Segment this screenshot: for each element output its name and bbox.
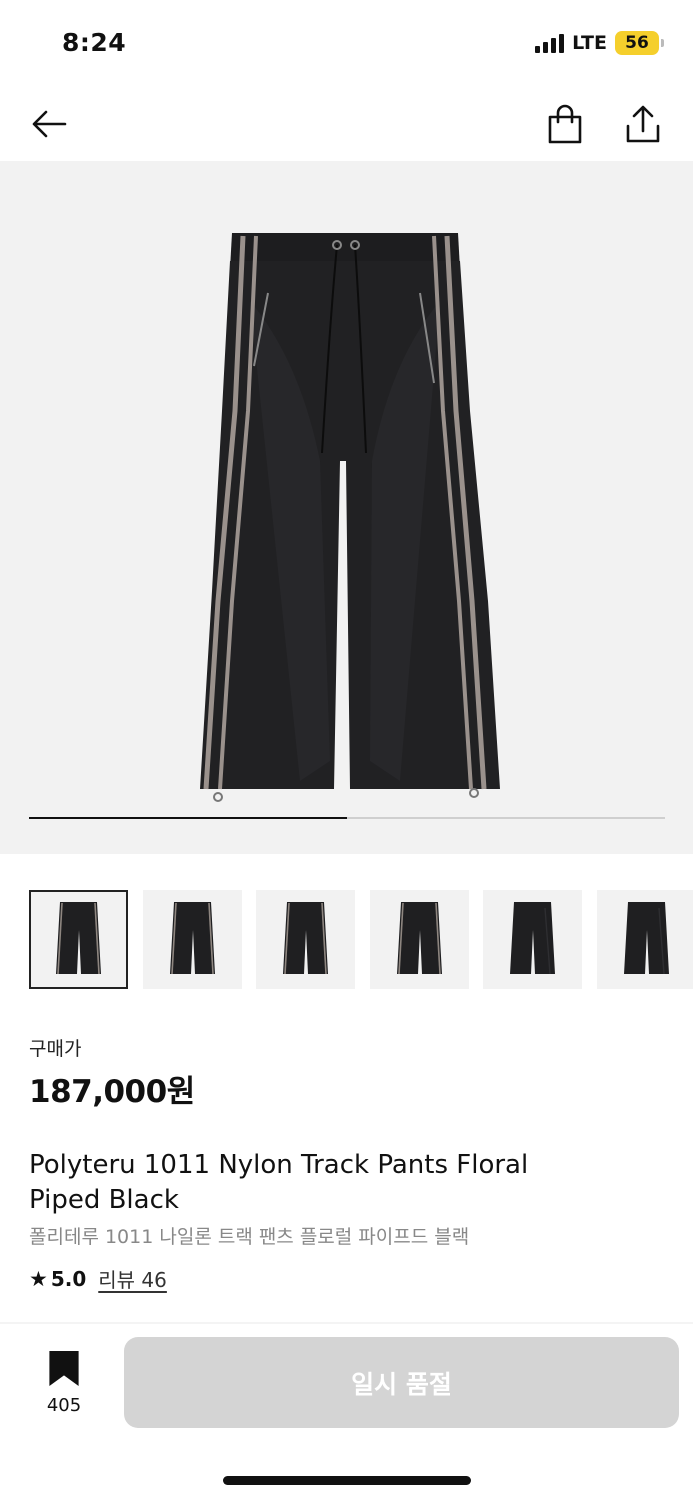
bookmark-count: 405 [46,1395,82,1416]
bookmark-button[interactable]: 405 [40,1350,88,1416]
thumbnail-5[interactable] [483,890,582,989]
share-icon [626,105,660,143]
nav-bar [0,88,693,160]
gallery-progress-track [29,817,665,819]
thumbnail-2[interactable] [142,890,242,989]
product-title-ko: 폴리테루 1011 나일론 트랙 팬츠 플로럴 파이프드 블랙 [29,1226,470,1248]
status-bar: 8:24 LTE 56 [0,0,693,88]
arrow-left-icon [32,110,67,138]
thumbnail-image [56,902,101,975]
thumbnail-image [623,902,669,975]
battery-level: 56 [625,33,649,53]
thumbnail-strip [29,890,693,990]
thumbnail-image [510,902,555,975]
back-button[interactable] [25,100,73,148]
cart-button[interactable] [541,100,589,148]
signal-icon [535,33,565,53]
thumbnail-1[interactable] [29,890,128,989]
thumbnail-3[interactable] [256,890,355,989]
thumbnail-4[interactable] [369,890,469,989]
reviews-link[interactable]: 리뷰 46 [98,1264,167,1293]
star-icon: ★ [29,1266,48,1291]
rating-row: ★ 5.0 리뷰 46 [29,1264,167,1293]
price-label: 구매가 [29,1038,82,1060]
sold-out-button[interactable]: 일시 품절 [124,1337,679,1428]
rating-value: 5.0 [50,1266,87,1291]
gallery-progress-fill [29,817,347,819]
sold-out-label: 일시 품절 [351,1369,452,1399]
thumbnail-image [283,902,328,975]
thumbnail-6[interactable] [596,890,693,989]
shopping-bag-icon [548,104,582,144]
thumbnail-image [169,902,215,975]
thumbnail-image [396,902,442,975]
product-title-en: Polyteru 1011 Nylon Track Pants Floral P… [29,1150,529,1215]
bookmark-icon [49,1350,79,1387]
network-label: LTE [572,32,607,54]
product-image-carousel[interactable] [0,161,693,854]
product-image [200,233,500,802]
status-indicators: LTE 56 [535,31,664,55]
battery-icon: 56 [615,31,664,55]
share-button[interactable] [619,100,667,148]
home-indicator [223,1476,471,1485]
bottom-divider [0,1322,693,1324]
status-time: 8:24 [62,28,127,57]
price: 187,000원 [29,1074,195,1110]
